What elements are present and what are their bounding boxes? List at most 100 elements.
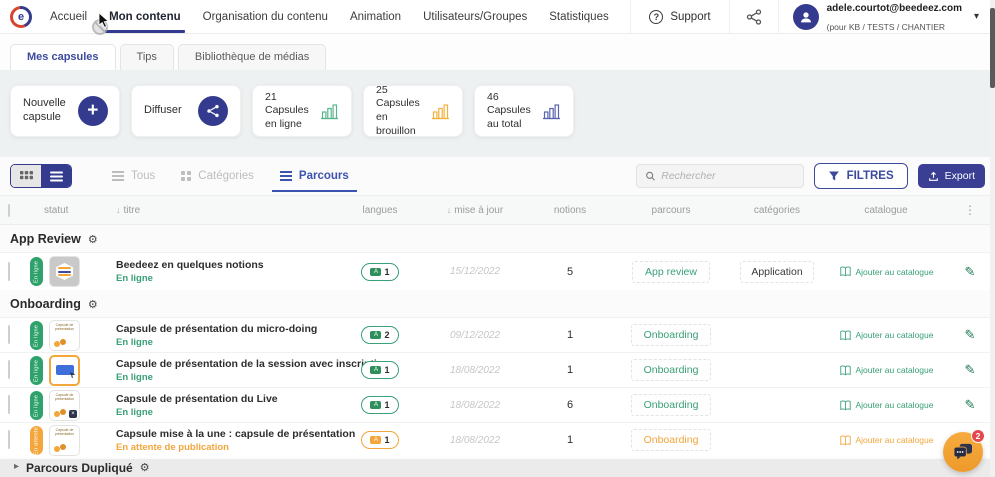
plus-icon[interactable]: + (78, 96, 108, 126)
table-row[interactable]: En ligne Capsule de présentation de la s… (0, 352, 995, 387)
nav-item-accueil[interactable]: Accueil (50, 0, 87, 33)
parcours-chip[interactable]: Onboarding (631, 324, 712, 346)
notions-count: 1 (525, 364, 615, 376)
edit-pencil-icon[interactable]: ✎ (945, 327, 995, 343)
col-titre[interactable]: titre (124, 205, 141, 216)
category-chip[interactable]: Application (740, 261, 813, 283)
new-capsule-label: Nouvelle capsule (23, 97, 66, 125)
column-options-icon[interactable]: ⋮ (945, 203, 995, 217)
stat-card-total[interactable]: 46 Capsules au total (474, 85, 574, 137)
share-icon[interactable] (198, 96, 228, 126)
nav-item-animation[interactable]: Animation (350, 0, 401, 33)
section-header-parcours-duplique[interactable]: ▸ Parcours Dupliqué ⚙ (0, 459, 995, 477)
filters-button[interactable]: FILTRES (814, 163, 908, 189)
capsule-thumbnail[interactable]: Capsule de présentation (49, 320, 80, 351)
capsule-thumbnail[interactable]: Capsule de présentation (49, 425, 80, 456)
stat-label-online: Capsules en ligne (265, 104, 309, 130)
export-button[interactable]: Export (918, 164, 985, 188)
nav-item-utilisateurs[interactable]: Utilisateurs/Groupes (423, 0, 527, 33)
grid-view-button[interactable] (11, 165, 41, 187)
capsule-title[interactable]: Capsule de présentation de la session av… (116, 358, 335, 370)
filter-tab-label: Catégories (198, 170, 254, 182)
col-categories[interactable]: catégories (754, 205, 800, 216)
nav-item-statistiques[interactable]: Statistiques (549, 0, 608, 33)
capsule-thumbnail[interactable] (49, 256, 80, 287)
search-input[interactable] (661, 170, 794, 182)
tab-mes-capsules[interactable]: Mes capsules (10, 44, 116, 70)
add-to-catalogue-button[interactable]: Ajouter au catalogue (827, 330, 945, 341)
sort-desc-icon[interactable]: ↓ (116, 205, 121, 215)
stat-card-draft[interactable]: 25 Capsules en brouillon (363, 85, 463, 137)
share-network-button[interactable] (730, 9, 778, 25)
add-to-catalogue-button[interactable]: Ajouter au catalogue (827, 266, 945, 277)
col-mise-a-jour[interactable]: mise à jour (454, 205, 503, 216)
capsule-title[interactable]: Beedeez en quelques notions (116, 259, 335, 271)
languages-badge[interactable]: A1 (361, 263, 399, 281)
select-all-checkbox[interactable] (8, 204, 10, 217)
row-checkbox[interactable] (8, 360, 10, 379)
table-row[interactable]: En attente Capsule de présentation Capsu… (0, 422, 995, 457)
beedeez-logo-icon[interactable]: e (10, 6, 32, 28)
languages-badge[interactable]: A1 (361, 431, 399, 449)
gear-icon[interactable]: ⚙ (140, 461, 150, 474)
edit-pencil-icon[interactable]: ✎ (945, 397, 995, 413)
edit-pencil-icon[interactable]: ✎ (945, 264, 995, 280)
table-row[interactable]: En ligne Capsule de présentation Capsule… (0, 317, 995, 352)
nav-item-organisation[interactable]: Organisation du contenu (203, 0, 328, 33)
chevron-down-icon[interactable]: ▾ (974, 11, 979, 22)
page-scrollbar[interactable] (990, 0, 995, 476)
chevron-icon[interactable]: ▸ (14, 461, 19, 472)
tab-bibliotheque[interactable]: Bibliothèque de médias (178, 44, 326, 70)
capsule-thumbnail[interactable]: Capsule de présentation × (49, 390, 80, 421)
nav-item-mon-contenu[interactable]: Mon contenu (109, 0, 181, 33)
col-statut[interactable]: statut (44, 205, 68, 216)
thumbnail-caption: Capsule de présentation (50, 321, 79, 331)
chat-widget-button[interactable]: 2 (943, 432, 983, 472)
add-to-catalogue-button[interactable]: Ajouter au catalogue (827, 400, 945, 411)
languages-badge[interactable]: A1 (361, 396, 399, 414)
parcours-chip[interactable]: Onboarding (631, 429, 712, 451)
new-capsule-button[interactable]: Nouvelle capsule + (10, 85, 120, 137)
share-glyph (206, 104, 220, 118)
diffuse-button[interactable]: Diffuser (131, 85, 241, 137)
row-checkbox[interactable] (8, 430, 10, 449)
stat-card-online[interactable]: 21 Capsules en ligne (252, 85, 352, 137)
row-checkbox[interactable] (8, 325, 10, 344)
parcours-chip[interactable]: Onboarding (631, 394, 712, 416)
section-header-app-review[interactable]: App Review ⚙ (0, 225, 995, 252)
gear-icon[interactable]: ⚙ (88, 233, 98, 246)
status-pill: En ligne (30, 391, 43, 420)
capsule-title[interactable]: Capsule de présentation du Live (116, 393, 335, 405)
add-to-catalogue-button[interactable]: Ajouter au catalogue (827, 435, 945, 446)
row-checkbox[interactable] (8, 262, 10, 281)
parcours-chip[interactable]: Onboarding (631, 359, 712, 381)
capsule-title[interactable]: Capsule mise à la une : capsule de prése… (116, 428, 335, 440)
languages-badge[interactable]: A1 (361, 361, 399, 379)
filter-tab-tous[interactable]: Tous (112, 157, 155, 195)
table-row[interactable]: En ligne Capsule de présentation × Capsu… (0, 387, 995, 422)
support-button[interactable]: ? Support (631, 10, 728, 24)
user-menu[interactable]: adele.courtot@beedeez.com (pour KB / TES… (779, 0, 985, 35)
button-illustration-icon (56, 365, 74, 375)
col-parcours[interactable]: parcours (652, 205, 691, 216)
row-checkbox[interactable] (8, 395, 10, 414)
table-row[interactable]: En ligne Beedeez en quelques notions En … (0, 252, 995, 290)
scrollbar-thumb[interactable] (990, 8, 995, 88)
col-notions[interactable]: notions (554, 205, 586, 216)
list-view-button[interactable] (41, 165, 71, 187)
col-catalogue[interactable]: catalogue (864, 205, 907, 216)
parcours-chip[interactable]: App review (632, 261, 710, 283)
add-to-catalogue-button[interactable]: Ajouter au catalogue (827, 365, 945, 376)
edit-pencil-icon[interactable]: ✎ (945, 362, 995, 378)
gear-icon[interactable]: ⚙ (88, 298, 98, 311)
filter-tab-parcours[interactable]: Parcours (280, 157, 349, 195)
sort-desc-icon[interactable]: ↓ (447, 205, 452, 215)
capsule-thumbnail-selected[interactable] (49, 355, 80, 386)
section-header-onboarding[interactable]: Onboarding ⚙ (0, 290, 995, 317)
col-langues[interactable]: langues (362, 205, 397, 216)
capsule-title[interactable]: Capsule de présentation du micro-doing (116, 323, 335, 335)
languages-badge[interactable]: A2 (361, 326, 399, 344)
filter-tab-categories[interactable]: Catégories (181, 157, 254, 195)
tab-tips[interactable]: Tips (120, 44, 174, 70)
add-to-catalogue-label: Ajouter au catalogue (856, 267, 934, 277)
